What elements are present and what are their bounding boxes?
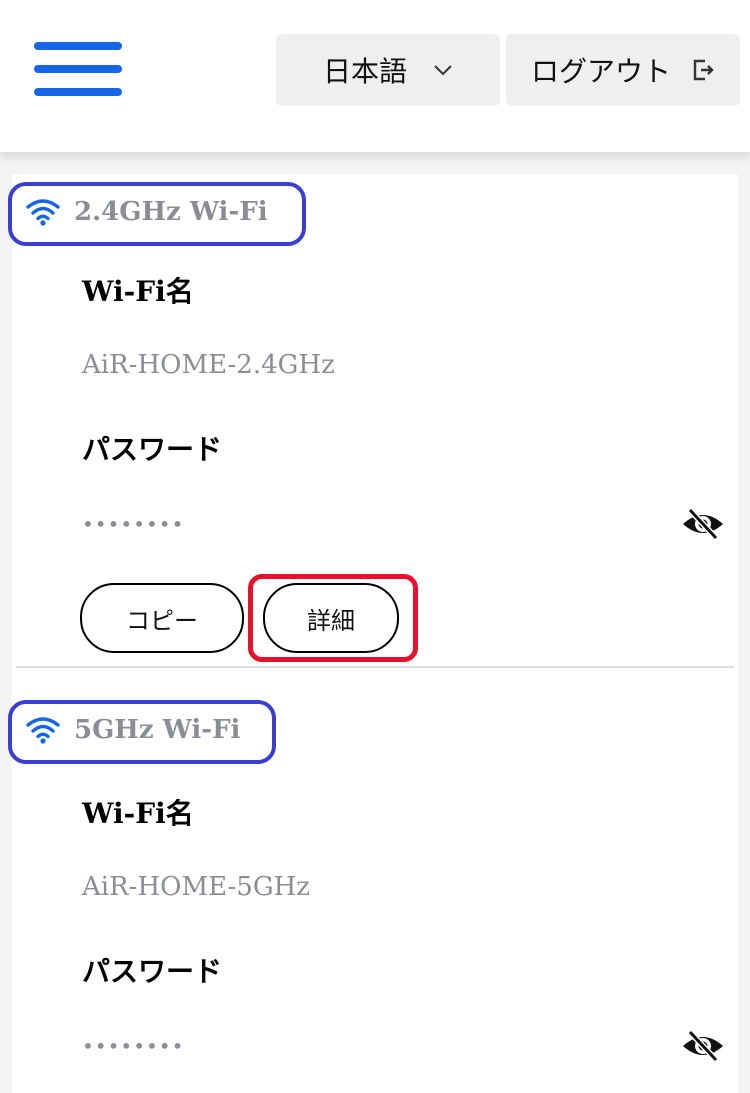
eye-off-icon[interactable]	[680, 504, 726, 544]
wifi-icon	[26, 199, 60, 226]
wifi-section-header: 5GHz Wi-Fi	[26, 702, 240, 758]
wifi-section-header: 2.4GHz Wi-Fi	[26, 184, 268, 240]
logout-label: ログアウト	[530, 55, 671, 88]
language-label: 日本語	[322, 55, 407, 88]
wifi-name-label: Wi-Fi名	[82, 797, 194, 830]
password-value: ••••••••	[82, 1034, 185, 1058]
details-button[interactable]: 詳細	[263, 583, 399, 653]
content-area: 2.4GHz Wi-Fi Wi-Fi名 AiR-HOME-2.4GHz パスワー…	[0, 152, 750, 1093]
wifi-section-title: 5GHz Wi-Fi	[74, 715, 241, 745]
top-header: 日本語 ログアウト	[0, 0, 750, 152]
wifi-icon	[26, 717, 60, 744]
logout-button[interactable]: ログアウト	[506, 34, 740, 106]
menu-icon[interactable]	[30, 40, 126, 102]
wifi-ssid-value: AiR-HOME-5GHz	[82, 872, 310, 902]
language-select[interactable]: 日本語	[276, 34, 500, 106]
logout-icon	[693, 59, 714, 81]
eye-off-icon[interactable]	[680, 1026, 726, 1066]
chevron-down-icon	[434, 65, 452, 76]
password-label: パスワード	[82, 955, 223, 988]
wifi-ssid-value: AiR-HOME-2.4GHz	[82, 350, 335, 380]
wifi-card-24ghz: 2.4GHz Wi-Fi Wi-Fi名 AiR-HOME-2.4GHz パスワー…	[8, 174, 738, 668]
wifi-name-label: Wi-Fi名	[82, 275, 194, 308]
wifi-section-title: 2.4GHz Wi-Fi	[74, 197, 268, 227]
wifi-card-5ghz: 5GHz Wi-Fi Wi-Fi名 AiR-HOME-5GHz パスワード ••…	[8, 668, 738, 1093]
password-label: パスワード	[82, 433, 223, 466]
password-value: ••••••••	[82, 512, 185, 536]
copy-button[interactable]: コピー	[80, 583, 244, 653]
